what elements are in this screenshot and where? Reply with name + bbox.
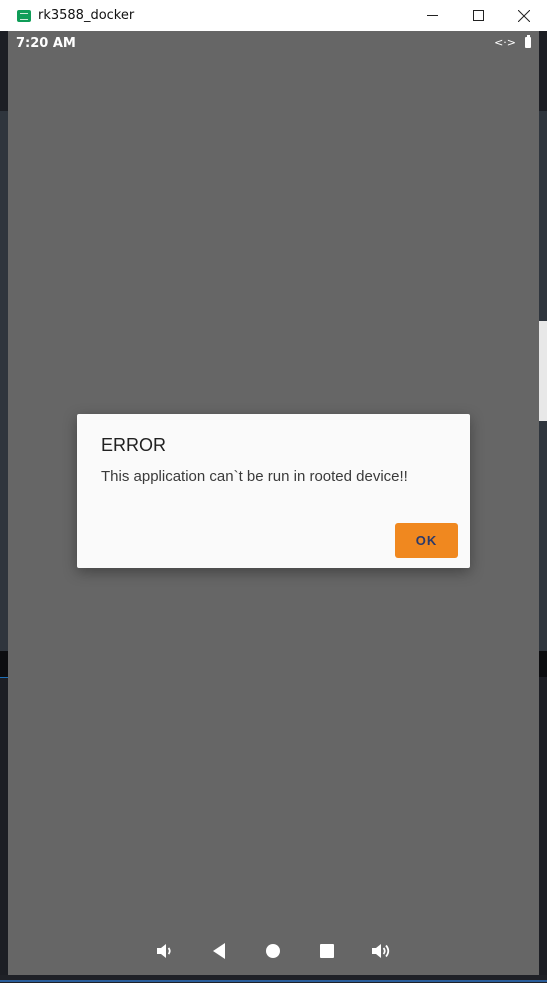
window-titlebar[interactable]: rk3588_docker <box>0 0 547 31</box>
host-background-right <box>539 31 547 981</box>
host-background-left <box>0 31 8 981</box>
navigation-bar <box>8 931 539 971</box>
window-title: rk3588_docker <box>38 8 135 23</box>
recents-button[interactable] <box>316 940 338 962</box>
data-transfer-icon: <·> <box>494 36 516 49</box>
status-clock: 7:20 AM <box>16 36 76 51</box>
home-button[interactable] <box>262 940 284 962</box>
status-bar: 7:20 AM <·> <box>8 31 539 57</box>
back-button[interactable] <box>208 940 230 962</box>
recents-icon <box>320 944 334 958</box>
back-icon <box>213 943 225 959</box>
volume-up-button[interactable] <box>370 940 392 962</box>
maximize-icon <box>472 10 484 21</box>
android-screen: 7:20 AM <·> ERROR This application can`t… <box>8 31 539 975</box>
volume-up-icon <box>372 944 390 958</box>
emulator-window: rk3588_docker 7:20 AM <·> ERROR This app… <box>0 0 547 983</box>
dialog-title: ERROR <box>101 435 167 455</box>
error-dialog: ERROR This application can`t be run in r… <box>77 414 470 568</box>
volume-down-icon <box>157 944 171 958</box>
volume-down-button[interactable] <box>154 940 176 962</box>
close-button[interactable] <box>501 0 547 31</box>
battery-icon <box>525 35 531 48</box>
dialog-message: This application can`t be run in rooted … <box>101 468 408 485</box>
window-controls <box>409 0 547 31</box>
maximize-button[interactable] <box>455 0 501 31</box>
minimize-button[interactable] <box>409 0 455 31</box>
app-logo-icon <box>17 9 31 22</box>
minimize-icon <box>426 15 438 16</box>
status-icons: <·> <box>494 35 531 49</box>
home-icon <box>266 944 280 958</box>
ok-button[interactable]: OK <box>395 523 458 558</box>
window-bottom-edge <box>0 975 547 983</box>
close-icon <box>518 9 530 22</box>
